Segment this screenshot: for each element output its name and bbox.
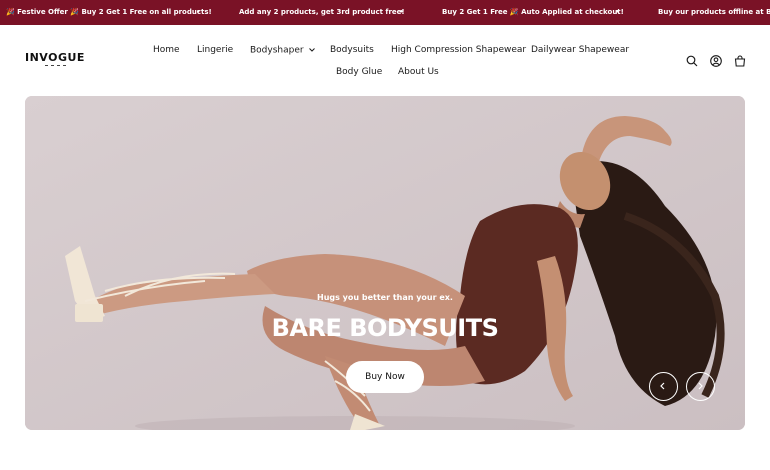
chevron-left-icon (660, 382, 665, 390)
hero-banner[interactable]: Hugs you better than your ex. BARE BODYS… (25, 96, 745, 430)
nav-item-about-us[interactable]: About Us (398, 67, 439, 77)
nav-item-bodyshaper-label: Bodyshaper (250, 45, 304, 56)
announcement-separator: • (399, 8, 404, 16)
announcement-message: Buy our products offline at Broadway, (658, 8, 770, 16)
nav-item-lingerie[interactable]: Lingerie (197, 45, 233, 55)
nav-item-bodysuits[interactable]: Bodysuits (330, 45, 374, 55)
buy-now-button[interactable]: Buy Now (346, 361, 424, 393)
hero-tagline: Hugs you better than your ex. (317, 293, 453, 302)
announcement-bar: 🎉 Festive Offer 🎉 Buy 2 Get 1 Free on al… (0, 0, 770, 25)
announcement-message: Buy 2 Get 1 Free 🎉 Auto Applied at check… (442, 8, 624, 16)
chevron-down-icon (308, 45, 315, 55)
announcement-separator: • (196, 8, 201, 16)
account-icon[interactable] (710, 54, 722, 67)
slide-next-button[interactable] (686, 372, 715, 401)
nav-item-high-compression-shapewear[interactable]: High Compression Shapewear (391, 45, 526, 55)
logo-wordmark: INVOGUE (25, 51, 85, 64)
hero-title: BARE BODYSUITS (271, 314, 499, 342)
nav-item-bodyshaper[interactable]: Bodyshaper (250, 45, 315, 56)
announcement-separator: • (615, 8, 620, 16)
slide-prev-button[interactable] (649, 372, 678, 401)
announcement-message: Add any 2 products, get 3rd product free… (239, 8, 405, 16)
nav-item-home[interactable]: Home (153, 45, 180, 55)
logo-subtext (45, 64, 95, 68)
cart-icon[interactable] (734, 54, 746, 67)
chevron-right-icon (698, 382, 703, 390)
announcement-message: 🎉 Festive Offer 🎉 Buy 2 Get 1 Free on al… (6, 8, 212, 16)
nav-item-body-glue[interactable]: Body Glue (336, 67, 382, 77)
site-logo[interactable]: INVOGUE (25, 52, 95, 72)
search-icon[interactable] (686, 54, 698, 67)
nav-item-dailywear-shapewear[interactable]: Dailywear Shapewear (531, 45, 629, 55)
